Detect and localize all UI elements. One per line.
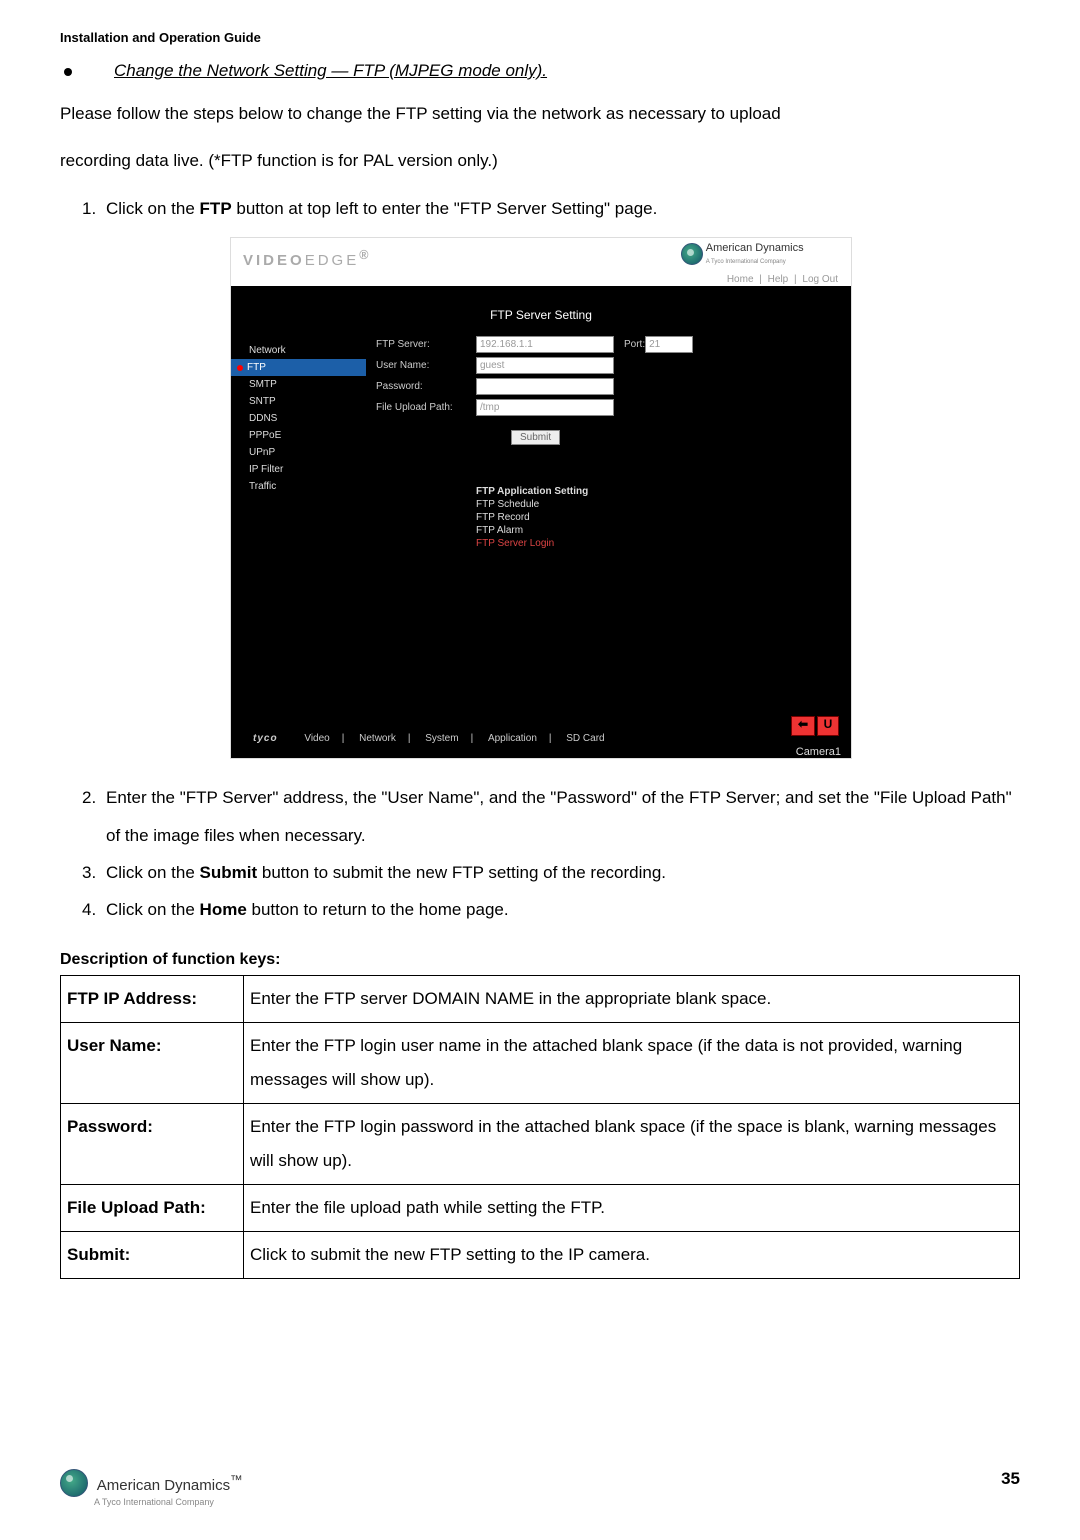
- step-4-text: Click on the Home button to return to th…: [106, 891, 1020, 928]
- doc-header: Installation and Operation Guide: [60, 30, 1020, 45]
- intro-line-1: Please follow the steps below to change …: [60, 95, 1020, 132]
- row-ftpip-key: FTP IP Address:: [61, 975, 244, 1022]
- sidebar-item-pppoe[interactable]: PPPoE: [231, 427, 366, 444]
- bottom-link-system[interactable]: System: [425, 733, 458, 744]
- brand-name: American Dynamics: [706, 242, 804, 254]
- ftp-server-input[interactable]: [476, 336, 614, 353]
- videoedge-logo: VIDEOEDGE®: [231, 238, 681, 286]
- sidebar-item-ipfilter[interactable]: IP Filter: [231, 461, 366, 478]
- step-3-text: Click on the Submit button to submit the…: [106, 854, 1020, 891]
- password-input[interactable]: [476, 378, 614, 395]
- panel-title: FTP Server Setting: [231, 304, 851, 334]
- page-number: 35: [1001, 1469, 1020, 1489]
- row-path-key: File Upload Path:: [61, 1184, 244, 1231]
- step-2-text: Enter the "FTP Server" address, the "Use…: [106, 779, 1020, 854]
- desc-title: Description of function keys:: [60, 951, 1020, 969]
- app-link-schedule[interactable]: FTP Schedule: [476, 498, 841, 511]
- row-path-val: Enter the file upload path while setting…: [244, 1184, 1020, 1231]
- sidebar-item-ftp[interactable]: FTP: [231, 359, 366, 376]
- app-link-alarm[interactable]: FTP Alarm: [476, 524, 841, 537]
- app-link-record[interactable]: FTP Record: [476, 511, 841, 524]
- section-title: Change the Network Setting — FTP (MJPEG …: [114, 61, 547, 81]
- home-link[interactable]: Home: [727, 274, 754, 285]
- password-label: Password:: [376, 381, 476, 392]
- help-link[interactable]: Help: [768, 274, 789, 285]
- bottom-link-application[interactable]: Application: [488, 733, 537, 744]
- sidebar: Network FTP SMTP SNTP DDNS PPPoE UPnP IP…: [231, 334, 366, 714]
- row-pass-key: Password:: [61, 1103, 244, 1184]
- footer-globe-icon: [60, 1469, 88, 1497]
- row-user-val: Enter the FTP login user name in the att…: [244, 1022, 1020, 1103]
- port-input[interactable]: [645, 336, 693, 353]
- row-user-key: User Name:: [61, 1022, 244, 1103]
- sidebar-item-upnp[interactable]: UPnP: [231, 444, 366, 461]
- row-pass-val: Enter the FTP login password in the atta…: [244, 1103, 1020, 1184]
- row-submit-key: Submit:: [61, 1231, 244, 1278]
- back-icon[interactable]: ⬅: [791, 716, 815, 736]
- port-label: Port:: [624, 339, 645, 350]
- bullet-icon: [60, 61, 114, 81]
- step-3-num: 3.: [82, 854, 106, 891]
- username-input[interactable]: [476, 357, 614, 374]
- step-1-num: 1.: [82, 190, 106, 227]
- row-ftpip-val: Enter the FTP server DOMAIN NAME in the …: [244, 975, 1020, 1022]
- step-1-text: Click on the FTP button at top left to e…: [106, 190, 1020, 227]
- username-label: User Name:: [376, 360, 476, 371]
- footer-brand-sub: A Tyco International Company: [94, 1497, 243, 1507]
- footer-brand: American Dynamics: [97, 1477, 230, 1494]
- sidebar-item-smtp[interactable]: SMTP: [231, 376, 366, 393]
- sidebar-item-sntp[interactable]: SNTP: [231, 393, 366, 410]
- ftp-settings-screenshot: VIDEOEDGE® American Dynamics A Tyco Inte…: [230, 237, 850, 759]
- app-link-server-login[interactable]: FTP Server Login: [476, 537, 841, 550]
- brand-globe-icon: [681, 243, 703, 265]
- u-button[interactable]: U: [817, 716, 839, 736]
- logout-link[interactable]: Log Out: [802, 274, 838, 285]
- row-submit-val: Click to submit the new FTP setting to t…: [244, 1231, 1020, 1278]
- bottom-link-sdcard[interactable]: SD Card: [566, 733, 604, 744]
- sidebar-item-traffic[interactable]: Traffic: [231, 478, 366, 495]
- intro-line-2: recording data live. (*FTP function is f…: [60, 142, 1020, 179]
- path-label: File Upload Path:: [376, 402, 476, 413]
- sidebar-item-ddns[interactable]: DDNS: [231, 410, 366, 427]
- brand-sub: A Tyco International Company: [706, 259, 786, 265]
- app-setting-title: FTP Application Setting: [476, 485, 841, 498]
- tyco-logo: tyco: [253, 733, 278, 744]
- submit-button[interactable]: Submit: [511, 430, 560, 445]
- ftp-server-label: FTP Server:: [376, 339, 476, 350]
- step-4-num: 4.: [82, 891, 106, 928]
- step-2-num: 2.: [82, 779, 106, 854]
- bottom-link-network[interactable]: Network: [359, 733, 396, 744]
- path-input[interactable]: [476, 399, 614, 416]
- bottom-link-video[interactable]: Video: [304, 733, 329, 744]
- sidebar-item-network[interactable]: Network: [231, 342, 366, 359]
- camera-label: Camera1: [796, 746, 841, 758]
- function-keys-table: FTP IP Address: Enter the FTP server DOM…: [60, 975, 1020, 1279]
